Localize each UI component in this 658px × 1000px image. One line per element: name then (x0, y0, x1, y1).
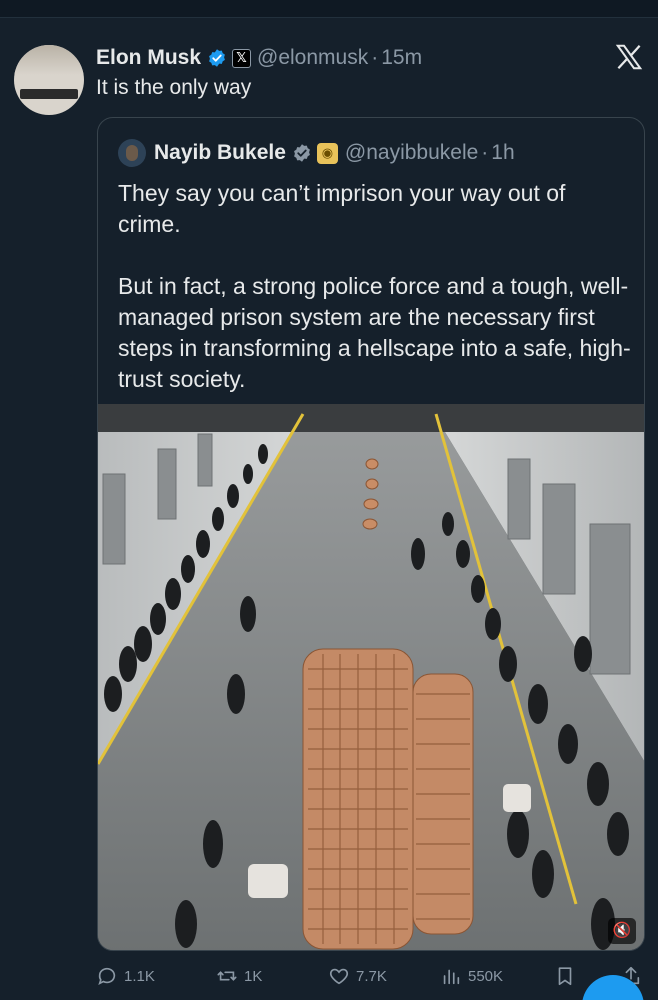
reply-count: 1.1K (124, 967, 155, 985)
quoted-separator-dot: · (481, 141, 489, 164)
like-button[interactable]: 7.7K (328, 962, 387, 990)
quoted-tweet[interactable]: Nayib Bukele ◉ @nayibbukele · 1h They sa… (97, 117, 645, 951)
reply-button[interactable]: 1.1K (96, 962, 155, 990)
reply-icon (98, 967, 116, 985)
top-status-area (0, 0, 658, 18)
repost-count: 1K (244, 967, 263, 985)
avatar-background (14, 45, 84, 75)
author-row: Elon Musk 𝕏 @elonmusk · 15m (96, 43, 422, 73)
quoted-tweet-time[interactable]: 1h (491, 141, 514, 165)
avatar-banner (20, 89, 78, 99)
separator-dot: · (371, 46, 379, 69)
views-count: 550K (468, 967, 504, 985)
bookmark-button[interactable] (554, 962, 582, 990)
quoted-author-name[interactable]: Nayib Bukele (154, 141, 286, 165)
x-logo-icon[interactable] (612, 42, 646, 74)
quoted-paragraph-1: They say you can’t imprison your way out… (118, 180, 566, 237)
views-button[interactable]: 550K (440, 962, 503, 990)
quoted-author-row: Nayib Bukele ◉ @nayibbukele · 1h (118, 138, 515, 168)
repost-icon (217, 971, 237, 981)
author-avatar[interactable] (14, 45, 84, 115)
author-name[interactable]: Elon Musk (96, 46, 201, 70)
quoted-media-image[interactable]: 🔇 (98, 404, 644, 950)
tweet-text: It is the only way (96, 76, 252, 99)
quoted-paragraph-2: But in fact, a strong police force and a… (118, 273, 631, 392)
heart-icon (329, 968, 349, 985)
bookmark-icon (558, 967, 572, 986)
quoted-author-handle[interactable]: @nayibbukele (345, 141, 478, 165)
prison-corridor-photo (98, 404, 644, 950)
verified-badge-icon (209, 49, 225, 67)
quoted-author-avatar[interactable] (118, 139, 146, 167)
action-bar: 1.1K 1K 7.7K 550K (0, 958, 658, 994)
like-count: 7.7K (356, 967, 387, 985)
speaker-muted-icon[interactable]: 🔇 (608, 918, 636, 944)
affiliate-x-badge-icon: 𝕏 (232, 48, 252, 68)
government-seal-badge-icon: ◉ (316, 142, 338, 164)
author-handle[interactable]: @elonmusk (257, 46, 368, 70)
repost-button[interactable]: 1K (216, 962, 262, 990)
views-chart-icon (443, 969, 460, 985)
quoted-tweet-text: They say you can’t imprison your way out… (118, 178, 633, 395)
tweet-time[interactable]: 15m (381, 46, 422, 70)
quoted-verified-badge-icon (293, 144, 310, 162)
